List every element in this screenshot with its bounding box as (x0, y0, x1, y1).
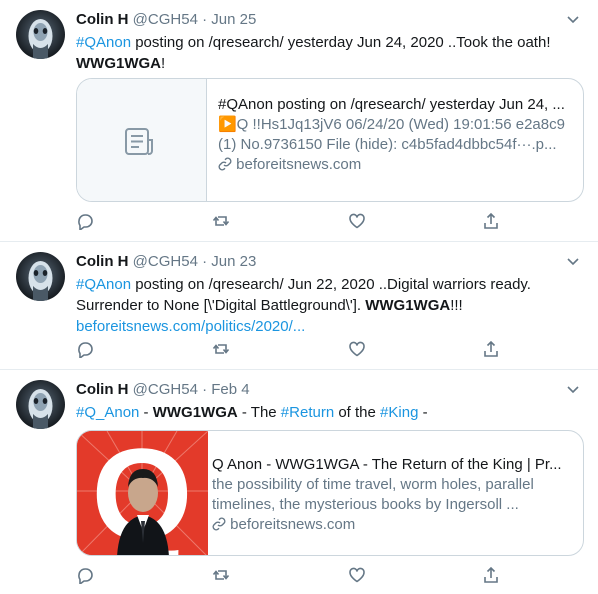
url-link[interactable]: beforeitsnews.com/politics/2020/... (76, 318, 305, 335)
share-icon[interactable] (482, 212, 502, 232)
tweet[interactable]: Colin H @CGH54 · Jun 25 #QAnon posting o… (0, 0, 598, 242)
link-icon (218, 157, 232, 171)
reply-icon[interactable] (76, 212, 96, 232)
hashtag-link[interactable]: #QAnon (76, 276, 131, 293)
chevron-down-icon[interactable] (566, 12, 580, 26)
link-card[interactable]: Q Q Anon - WWG1WGA - The Return of the K… (76, 430, 584, 556)
tweet-text: #QAnon posting on /qresearch/ Jun 22, 20… (76, 276, 531, 335)
card-title: #QAnon posting on /qresearch/ yesterday … (218, 96, 565, 113)
tweet-header: Colin H @CGH54 · Feb 4 (76, 380, 250, 400)
tweet[interactable]: Colin H @CGH54 · Jun 23 #QAnon posting o… (0, 242, 598, 370)
avatar[interactable] (16, 10, 65, 59)
hashtag-link[interactable]: #Q_Anon (76, 404, 139, 421)
user-name[interactable]: Colin H (76, 11, 129, 28)
tweet[interactable]: Colin H @CGH54 · Feb 4 #Q_Anon - WWG1WGA… (0, 370, 598, 594)
reply-icon[interactable] (76, 340, 96, 360)
avatar[interactable] (16, 380, 65, 429)
hashtag-link[interactable]: #Return (281, 404, 334, 421)
tweet-text: #Q_Anon - WWG1WGA - The #Return of the #… (76, 404, 428, 421)
user-name[interactable]: Colin H (76, 381, 129, 398)
card-title: Q Anon - WWG1WGA - The Return of the Kin… (212, 456, 562, 473)
handle-date[interactable]: @CGH54 · Feb 4 (133, 381, 250, 398)
card-description: ▶️Q !!Hs1Jq13jV6 06/24/20 (Wed) 19:01:56… (218, 116, 565, 153)
tweet-actions (76, 566, 506, 586)
chevron-down-icon[interactable] (566, 254, 580, 268)
reply-icon[interactable] (76, 566, 96, 586)
user-name[interactable]: Colin H (76, 253, 129, 270)
tweet-header: Colin H @CGH54 · Jun 25 (76, 10, 256, 30)
handle-date[interactable]: @CGH54 · Jun 23 (133, 253, 257, 270)
tweet-actions (76, 212, 506, 232)
share-icon[interactable] (482, 340, 502, 360)
tweet-text: #QAnon posting on /qresearch/ yesterday … (76, 34, 551, 72)
tweet-actions (76, 340, 506, 360)
hashtag-link[interactable]: #QAnon (76, 34, 131, 51)
card-domain: beforeitsnews.com (218, 155, 571, 175)
link-card[interactable]: #QAnon posting on /qresearch/ yesterday … (76, 78, 584, 202)
retweet-icon[interactable] (212, 566, 232, 586)
hashtag-link[interactable]: #King (380, 404, 418, 421)
card-domain: beforeitsnews.com (212, 515, 571, 535)
retweet-icon[interactable] (212, 340, 232, 360)
link-icon (212, 517, 226, 531)
card-thumbnail: Q (77, 431, 209, 555)
retweet-icon[interactable] (212, 212, 232, 232)
card-thumbnail (77, 79, 207, 201)
heart-icon[interactable] (348, 566, 368, 586)
handle-date[interactable]: @CGH54 · Jun 25 (133, 11, 257, 28)
tweet-header: Colin H @CGH54 · Jun 23 (76, 252, 256, 272)
chevron-down-icon[interactable] (566, 382, 580, 396)
avatar[interactable] (16, 252, 65, 301)
share-icon[interactable] (482, 566, 502, 586)
heart-icon[interactable] (348, 340, 368, 360)
card-description: the possibility of time travel, worm hol… (212, 476, 534, 513)
heart-icon[interactable] (348, 212, 368, 232)
document-icon (125, 128, 153, 155)
